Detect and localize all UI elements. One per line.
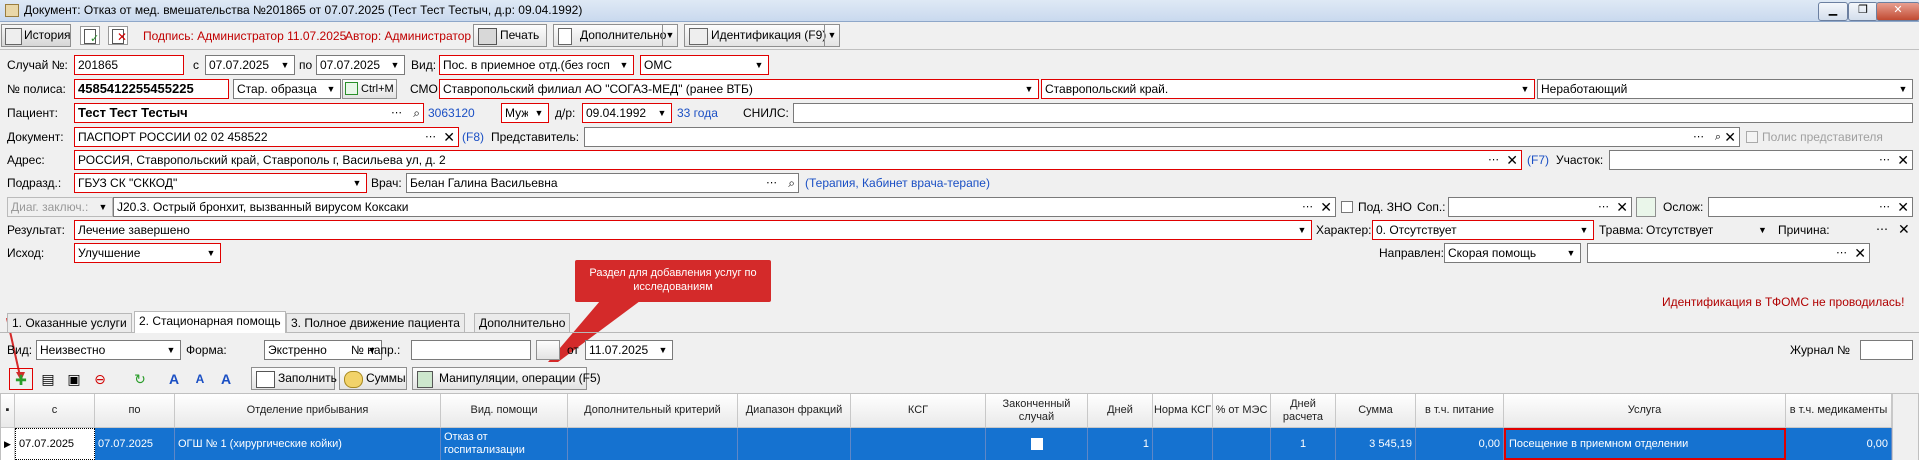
grid-header[interactable]: в т.ч. медикаменты: [1786, 394, 1892, 428]
cell-department[interactable]: ОГШ № 1 (хирургические койки): [175, 428, 441, 460]
cell-mes-percent[interactable]: [1213, 428, 1271, 460]
tab-services[interactable]: 1. Оказанные услуги: [7, 313, 132, 332]
grid-header[interactable]: Дополнительный критерий: [568, 394, 738, 428]
flask-icon: [417, 371, 433, 388]
refresh-icon[interactable]: ↻: [128, 368, 152, 390]
cell-completed[interactable]: [986, 428, 1088, 460]
cell-date-from[interactable]: 07.07.2025: [15, 428, 95, 460]
direction-number-field[interactable]: [411, 340, 531, 360]
grid-header[interactable]: Дней: [1088, 394, 1153, 428]
grid-header[interactable]: Отделение прибывания: [175, 394, 441, 428]
cell-food[interactable]: 0,00: [1416, 428, 1504, 460]
services-grid: ▪ с по Отделение прибывания Вид. помощи …: [0, 393, 1919, 460]
sub-kind-label: Вид:: [7, 343, 33, 357]
grid-header[interactable]: % от МЭС: [1213, 394, 1271, 428]
tab-inpatient[interactable]: 2. Стационарная помощь: [134, 311, 286, 333]
sub-date-field[interactable]: 11.07.2025 ▼: [585, 340, 673, 360]
sub-kind-select[interactable]: Неизвестно ▼: [36, 340, 181, 360]
direction-lookup-icon[interactable]: [536, 340, 560, 360]
cell-date-to[interactable]: 07.07.2025: [95, 428, 175, 460]
cell-sum[interactable]: 3 545,19: [1336, 428, 1416, 460]
manipulations-label: Манипуляции, операции (F5): [439, 371, 601, 385]
chevron-down-icon: ▼: [658, 345, 668, 355]
cell-days[interactable]: 1: [1088, 428, 1153, 460]
grid-header[interactable]: Законченный случай: [986, 394, 1088, 428]
tfoms-warning: Идентификация в ТФОМС не проводилась!: [1662, 295, 1905, 309]
chevron-down-icon: ▼: [166, 345, 176, 355]
grid-header[interactable]: Услуга: [1504, 394, 1786, 428]
grid-header[interactable]: Диапазон фракций: [738, 394, 851, 428]
edit-row-icon[interactable]: ▤: [36, 368, 60, 390]
add-row-icon[interactable]: ✚: [9, 368, 33, 390]
cell-ksg-norm[interactable]: [1153, 428, 1213, 460]
fill-button[interactable]: Заполнить: [251, 367, 337, 390]
grid-header[interactable]: в т.ч. питание: [1416, 394, 1504, 428]
direction-number-label: № напр.:: [351, 343, 401, 357]
font-increase-icon[interactable]: A: [162, 368, 186, 390]
calendar-icon: [256, 371, 275, 388]
grid-header[interactable]: Сумма: [1336, 394, 1416, 428]
tab-movement[interactable]: 3. Полное движение пациента: [286, 313, 465, 332]
grid-header[interactable]: по: [95, 394, 175, 428]
grid-filler: [1892, 394, 1918, 460]
sub-from-label: от: [567, 343, 579, 357]
font-decrease-icon[interactable]: A: [188, 368, 212, 390]
completed-checkbox[interactable]: [1030, 438, 1043, 450]
grid-header[interactable]: с: [15, 394, 95, 428]
cell-ksg[interactable]: [851, 428, 986, 460]
cell-fraction-range[interactable]: [738, 428, 851, 460]
coins-icon: [344, 371, 363, 388]
row-pointer-icon: ▶: [1, 428, 15, 460]
grid-header[interactable]: Норма КСГ: [1153, 394, 1213, 428]
delete-row-icon[interactable]: ⊖: [88, 368, 112, 390]
tab-additional[interactable]: Дополнительно: [474, 313, 571, 332]
fill-label: Заполнить: [278, 371, 337, 385]
grid-header[interactable]: Дней расчета: [1271, 394, 1336, 428]
manipulations-button[interactable]: Манипуляции, операции (F5): [412, 367, 601, 390]
journal-label: Журнал №: [1790, 343, 1850, 357]
sums-button[interactable]: Суммы: [339, 367, 407, 390]
cell-calc-days[interactable]: 1: [1271, 428, 1336, 460]
font-reset-icon[interactable]: A: [214, 368, 238, 390]
journal-field[interactable]: [1860, 340, 1913, 360]
grid-header[interactable]: КСГ: [851, 394, 986, 428]
cell-service[interactable]: Посещение в приемном отделении: [1504, 428, 1786, 460]
cell-extra-criterion[interactable]: [568, 428, 738, 460]
sub-form-label: Форма:: [186, 343, 227, 357]
cell-help-type[interactable]: Отказ от госпитализации: [441, 428, 568, 460]
annotation-arrows: [6, 301, 640, 381]
row-indicator-header: ▪: [1, 394, 15, 428]
cell-medicines[interactable]: 0,00: [1786, 428, 1892, 460]
tab-strip-line: [0, 332, 1919, 333]
grid-header[interactable]: Вид. помощи: [441, 394, 568, 428]
sums-label: Суммы: [366, 371, 406, 385]
save-row-icon[interactable]: ▣: [62, 368, 86, 390]
